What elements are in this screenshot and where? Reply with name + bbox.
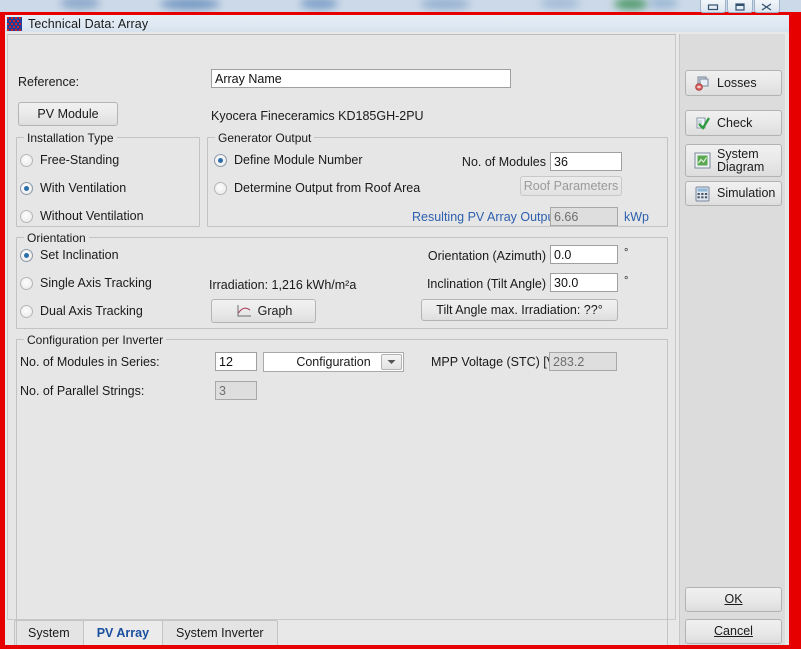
parallel-strings-value xyxy=(215,381,257,400)
system-diagram-line1: System xyxy=(717,146,759,161)
radio-label: Determine Output from Roof Area xyxy=(234,181,421,195)
tilt-angle-label: Inclination (Tilt Angle) xyxy=(426,277,546,291)
irradiation-text: Irradiation: 1,216 kWh/m²a xyxy=(209,278,357,292)
roof-parameters-button[interactable]: Roof Parameters xyxy=(520,176,622,196)
installation-type-legend: Installation Type xyxy=(24,131,117,145)
radio-label: With Ventilation xyxy=(40,181,127,195)
tilt-angle-unit: ° xyxy=(624,275,629,287)
radio-free-standing[interactable]: Free-Standing xyxy=(20,153,119,167)
parallel-strings-label: No. of Parallel Strings: xyxy=(20,384,145,398)
resulting-pv-array-output-unit: kWp xyxy=(624,210,649,224)
radio-dot xyxy=(20,248,33,262)
app-grid-icon xyxy=(7,16,22,31)
radio-dot xyxy=(214,153,227,167)
pv-array-content-area: Reference: PV Module Kyocera Fineceramic… xyxy=(7,34,676,648)
modules-in-series-input[interactable] xyxy=(215,352,257,371)
azimuth-unit: ° xyxy=(624,247,629,259)
pv-module-button[interactable]: PV Module xyxy=(18,102,118,126)
configuration-dropdown-value: Configuration xyxy=(296,355,371,369)
losses-button[interactable]: Losses xyxy=(685,70,782,96)
azimuth-label: Orientation (Azimuth) xyxy=(427,249,546,263)
cancel-label: Cancel xyxy=(714,624,753,638)
radio-dot xyxy=(214,181,227,195)
check-button[interactable]: Check xyxy=(685,110,782,136)
tilt-angle-input[interactable] xyxy=(550,273,618,292)
radio-dual-axis-tracking[interactable]: Dual Axis Tracking xyxy=(20,304,143,318)
radio-dot xyxy=(20,153,33,167)
maximize-button[interactable] xyxy=(727,0,753,13)
no-of-modules-label: No. of Modules xyxy=(461,155,546,169)
radio-single-axis-tracking[interactable]: Single Axis Tracking xyxy=(20,276,152,290)
azimuth-input[interactable] xyxy=(550,245,618,264)
resulting-pv-array-output-value xyxy=(550,207,618,226)
orientation-legend: Orientation xyxy=(24,231,89,245)
minimize-button[interactable] xyxy=(700,0,726,13)
generator-output-legend: Generator Output xyxy=(215,131,315,145)
configuration-dropdown[interactable]: Configuration xyxy=(263,352,404,372)
radio-without-ventilation[interactable]: Without Ventilation xyxy=(20,209,144,223)
ok-label: OK xyxy=(724,592,743,606)
check-label: Check xyxy=(717,115,753,130)
check-icon xyxy=(693,114,711,132)
annotation-frame-top xyxy=(0,12,801,15)
graph-button[interactable]: Graph xyxy=(211,299,316,323)
resulting-pv-array-output-label: Resulting PV Array Output xyxy=(412,210,558,224)
simulation-label: Simulation xyxy=(717,186,776,200)
chevron-down-icon[interactable] xyxy=(381,354,402,370)
radio-label: Single Axis Tracking xyxy=(40,276,152,290)
tilt-angle-max-irradiation-button[interactable]: Tilt Angle max. Irradiation: ??° xyxy=(421,299,618,321)
radio-label: Dual Axis Tracking xyxy=(40,304,143,318)
radio-with-ventilation[interactable]: With Ventilation xyxy=(20,181,126,195)
pv-module-name: Kyocera Fineceramics KD185GH-2PU xyxy=(211,109,424,123)
radio-set-inclination[interactable]: Set Inclination xyxy=(20,248,119,262)
title-bar[interactable]: Technical Data: Array xyxy=(5,15,789,32)
graph-icon xyxy=(235,304,252,319)
ok-button[interactable]: OK xyxy=(685,587,782,612)
system-diagram-icon xyxy=(693,152,711,170)
simulation-icon xyxy=(693,185,711,203)
system-diagram-label: System Diagram xyxy=(717,146,765,174)
cancel-button[interactable]: Cancel xyxy=(685,619,782,644)
technical-data-array-dialog: Technical Data: Array Reference: PV Modu… xyxy=(5,15,789,648)
radio-label: Without Ventilation xyxy=(40,209,144,223)
annotation-frame-right xyxy=(789,12,801,649)
no-of-modules-input[interactable] xyxy=(550,152,622,171)
radio-define-module-number[interactable]: Define Module Number xyxy=(214,153,363,167)
annotation-frame-left xyxy=(0,12,5,649)
graph-button-label: Graph xyxy=(257,304,293,318)
window-controls[interactable] xyxy=(700,0,780,13)
radio-label: Set Inclination xyxy=(40,248,119,262)
annotation-frame-bottom xyxy=(0,645,801,649)
reference-label: Reference: xyxy=(18,75,80,89)
radio-dot xyxy=(20,276,33,290)
close-button[interactable] xyxy=(754,0,780,13)
mpp-voltage-label: MPP Voltage (STC) [V]: xyxy=(431,355,563,369)
radio-determine-output-roof-area[interactable]: Determine Output from Roof Area xyxy=(214,181,420,195)
action-sidebar: Losses Check System Diagram Simulation O… xyxy=(679,34,785,645)
reference-input[interactable] xyxy=(211,69,511,88)
radio-dot xyxy=(20,304,33,318)
window-title: Technical Data: Array xyxy=(28,16,149,31)
simulation-button[interactable]: Simulation xyxy=(685,181,782,206)
mpp-voltage-value xyxy=(549,352,617,371)
system-diagram-line2: Diagram xyxy=(717,159,765,174)
losses-label: Losses xyxy=(717,75,757,90)
radio-label: Free-Standing xyxy=(40,153,120,167)
losses-icon xyxy=(693,74,711,92)
configuration-legend: Configuration per Inverter xyxy=(24,333,167,347)
system-diagram-button[interactable]: System Diagram xyxy=(685,144,782,177)
radio-label: Define Module Number xyxy=(234,153,363,167)
radio-dot xyxy=(20,181,33,195)
radio-dot xyxy=(20,209,33,223)
modules-in-series-label: No. of Modules in Series: xyxy=(20,355,160,369)
